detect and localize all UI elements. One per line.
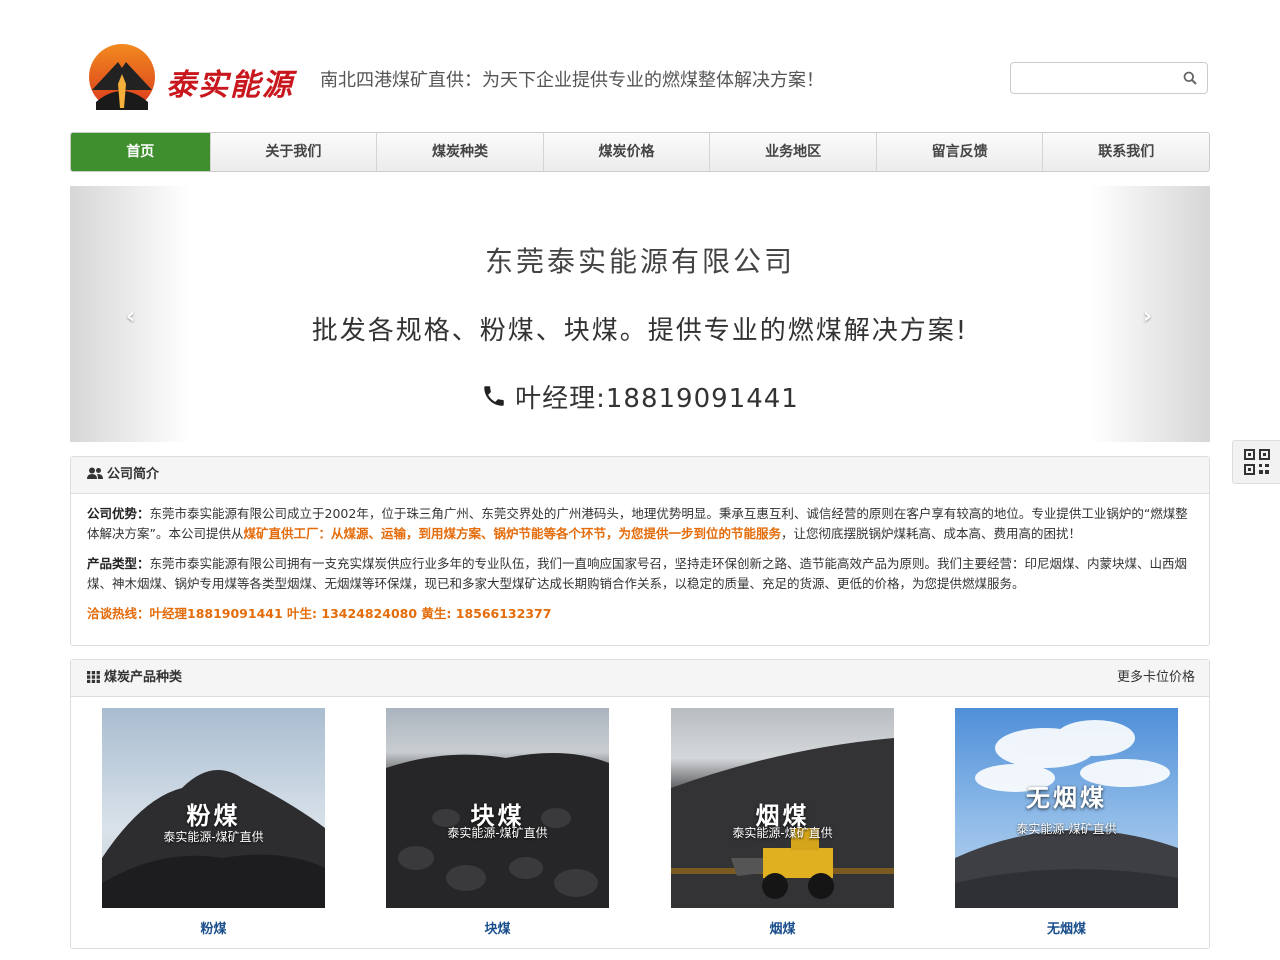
products-heading: 煤炭产品种类: [104, 670, 183, 685]
intro-body: 公司优势：东莞市泰实能源有限公司成立于2002年，位于珠三角广州、东莞交界处的广…: [71, 494, 1209, 644]
nav-item-home[interactable]: 首页: [71, 133, 211, 171]
product-name-link[interactable]: 无烟煤: [955, 918, 1178, 937]
product-card: 烟煤 泰实能源-煤矿直供 烟煤: [671, 708, 894, 937]
users-icon: [87, 467, 103, 479]
product-image-subcaption: 泰实能源-煤矿直供: [163, 830, 264, 844]
products-text: 东莞市泰实能源有限公司拥有一支充实煤炭供应行业多年的专业队伍，我们一直响应国家号…: [87, 556, 1188, 591]
product-image-caption: 无烟煤: [1026, 784, 1107, 812]
product-image-subcaption: 泰实能源-煤矿直供: [1016, 822, 1117, 836]
advantage-label: 公司优势：: [87, 506, 150, 521]
nav-item-regions[interactable]: 业务地区: [710, 133, 877, 171]
search-icon[interactable]: [1183, 71, 1197, 85]
product-image[interactable]: 块煤 泰实能源-煤矿直供: [386, 708, 609, 908]
search-box[interactable]: [1010, 62, 1208, 94]
nav-item-feedback[interactable]: 留言反馈: [877, 133, 1044, 171]
product-image[interactable]: 粉煤 泰实能源-煤矿直供: [102, 708, 325, 908]
banner-subtitle: 批发各规格、粉煤、块煤。提供专业的燃煤解决方案!: [311, 316, 969, 346]
hotline: 洽谈热线：叶经理18819091441 叶生: 13424824080 黄生: …: [87, 606, 552, 621]
products-label: 产品类型：: [87, 556, 150, 571]
intro-products: 产品类型：东莞市泰实能源有限公司拥有一支充实煤炭供应行业多年的专业队伍，我们一直…: [87, 554, 1193, 594]
banner-carousel: ‹ › 东莞泰实能源有限公司 批发各规格、粉煤、块煤。提供专业的燃煤解决方案! …: [70, 186, 1210, 442]
more-prices-link[interactable]: 更多卡位价格: [1117, 660, 1195, 696]
intro-heading: 公司简介: [107, 467, 160, 482]
panel-header: 公司简介: [71, 457, 1209, 494]
product-image[interactable]: 烟煤 泰实能源-煤矿直供: [671, 708, 894, 908]
phone-icon: [484, 386, 504, 406]
nav-item-contact[interactable]: 联系我们: [1043, 133, 1209, 171]
product-image[interactable]: 无烟煤 泰实能源-煤矿直供: [955, 708, 1178, 908]
product-image-subcaption: 泰实能源-煤矿直供: [447, 826, 548, 840]
banner-contact: 叶经理:18819091441: [70, 378, 1210, 415]
qr-code-button[interactable]: [1232, 440, 1280, 484]
nav-item-coal-types[interactable]: 煤炭种类: [377, 133, 544, 171]
product-name-link[interactable]: 块煤: [386, 918, 609, 937]
nav-item-coal-prices[interactable]: 煤炭价格: [544, 133, 711, 171]
nav-item-about[interactable]: 关于我们: [211, 133, 378, 171]
search-input[interactable]: [1019, 63, 1183, 93]
panel-header: 煤炭产品种类 更多卡位价格: [71, 660, 1209, 697]
product-name-link[interactable]: 粉煤: [102, 918, 325, 937]
product-name-link[interactable]: 烟煤: [671, 918, 894, 937]
logo-mountain-icon: [89, 44, 155, 110]
advantage-text-end: ，让您彻底摆脱锅炉煤耗高、成本高、费用高的困扰！: [781, 526, 1082, 541]
grid-icon: [87, 671, 100, 684]
product-card: 块煤 泰实能源-煤矿直供 块煤: [386, 708, 609, 937]
product-card: 无烟煤 泰实能源-煤矿直供 无烟煤: [955, 708, 1178, 937]
advantage-highlight: 煤矿直供工厂：从煤源、运输，到用煤方案、锅炉节能等各个环节，为您提供一步到位的节…: [243, 526, 781, 541]
product-image-caption: 粉煤: [186, 802, 241, 830]
product-image-subcaption: 泰实能源-煤矿直供: [732, 826, 833, 840]
product-card: 粉煤 泰实能源-煤矿直供 粉煤: [102, 708, 325, 937]
coal-products-panel: 煤炭产品种类 更多卡位价格 粉煤 泰实能源-煤矿直供 粉煤 块煤 泰实能源-煤矿…: [70, 659, 1210, 949]
banner-contact-text: 叶经理:18819091441: [515, 384, 799, 414]
banner-title: 东莞泰实能源有限公司: [484, 245, 795, 278]
company-intro-panel: 公司简介 公司优势：东莞市泰实能源有限公司成立于2002年，位于珠三角广州、东莞…: [70, 456, 1210, 646]
intro-advantage: 公司优势：东莞市泰实能源有限公司成立于2002年，位于珠三角广州、东莞交界处的广…: [87, 504, 1193, 544]
site-slogan: 南北四港煤矿直供：为天下企业提供专业的燃煤整体解决方案！: [320, 70, 824, 91]
logo-wordmark: 泰实能源: [166, 68, 294, 103]
qr-code-icon: [1244, 449, 1270, 475]
main-nav: 首页 关于我们 煤炭种类 煤炭价格 业务地区 留言反馈 联系我们: [70, 132, 1210, 172]
